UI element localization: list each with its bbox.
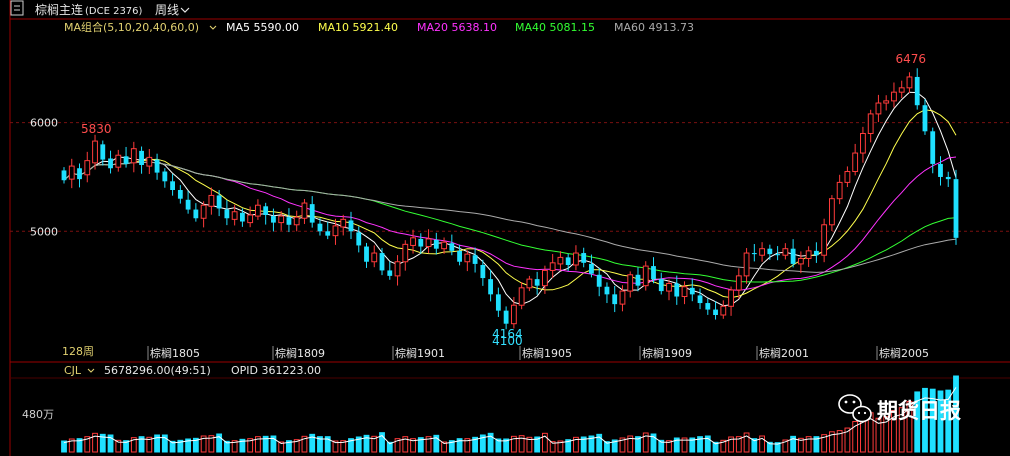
volume-axis-label: 480万 (22, 408, 54, 421)
candlestick-chart[interactable]: 6000 5000 棕榈1805 棕榈1809 棕榈1901 棕榈1905 棕榈1909 棕… (0, 0, 1010, 456)
candle-up (642, 261, 649, 291)
ma5-value: MA5 5590.00 (226, 21, 299, 34)
kline-chart-window: 6000 5000 棕榈1805 棕榈1809 棕榈1901 棕榈1905 棕榈1909 棕… (0, 0, 1010, 456)
candle-up (821, 218, 828, 263)
volume-indicator-label[interactable]: CJL (64, 364, 82, 377)
contract-code: (DCE 2376) (85, 6, 143, 17)
ma-group-label[interactable]: MA组合(5,10,20,40,60,0) (64, 20, 199, 34)
time-tick-label: 棕榈1809 (275, 346, 325, 360)
period-count-label: 128周 (62, 345, 94, 358)
watermark-text: 期货日报 (877, 399, 961, 423)
ma40-value: MA40 5081.15 (515, 21, 595, 34)
time-tick-label: 棕榈1901 (395, 346, 445, 360)
open-interest-value: OPID 361223.00 (231, 364, 321, 377)
price-annotation: 5830 (81, 122, 112, 136)
period-selector[interactable]: 周线 (155, 3, 179, 17)
contract-title: 棕榈主连 (35, 2, 83, 17)
volume-value: 5678296.00(49:51) (104, 364, 211, 377)
ma20-value: MA20 5638.10 (417, 21, 497, 34)
price-tick-label: 5000 (30, 225, 58, 238)
price-tick-label: 6000 (30, 117, 58, 130)
time-tick-label: 棕榈2001 (759, 346, 809, 360)
price-annotation: 4164 (492, 327, 523, 341)
time-tick-label: 棕榈1805 (150, 346, 200, 360)
time-tick-label: 棕榈1905 (522, 346, 572, 360)
time-tick-label: 棕榈1909 (642, 346, 692, 360)
candle-down (953, 169, 959, 245)
price-annotation: 6476 (895, 52, 926, 66)
ma60-value: MA60 4913.73 (614, 21, 694, 34)
ma10-value: MA10 5921.40 (318, 21, 398, 34)
chart-frame (0, 0, 1010, 456)
time-tick-label: 棕榈2005 (879, 346, 929, 360)
